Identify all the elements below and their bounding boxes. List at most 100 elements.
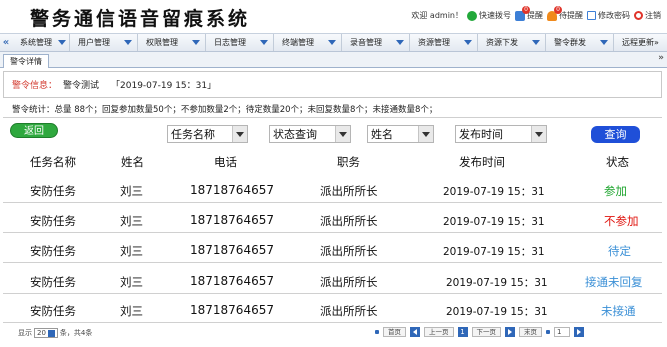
task-name-select[interactable]: 任务名称 (167, 125, 248, 143)
cell-name: 刘三 (120, 275, 143, 289)
prev-arrow-icon[interactable] (410, 327, 420, 337)
cell-status: 不参加 (604, 214, 639, 228)
header-actions: 欢迎 admin！ 快速拨号 0 提醒 0 待提醒 修改密码 注销 (411, 5, 661, 21)
nav-item-broadcast[interactable]: 警令群发 (546, 34, 614, 51)
cell-phone: 18718764657 (190, 303, 274, 317)
prev-page-button[interactable]: 上一页 (424, 327, 454, 337)
table-row: 安防任务 刘三 18718764657 派出所所长 2019-07-19 15：… (3, 176, 662, 203)
cell-role: 派出所所长 (320, 304, 378, 318)
edit-icon (587, 11, 596, 20)
cell-name: 刘三 (120, 214, 143, 228)
divider (3, 117, 662, 118)
todo-badge: 0 (554, 5, 562, 14)
pagination: 首页 上一页 1 下一页 末页 1 (375, 327, 584, 337)
chevron-down-icon (124, 40, 132, 45)
nav-item-resource-dispatch[interactable]: 资源下发 (478, 34, 546, 51)
go-arrow-icon[interactable] (574, 327, 584, 337)
logout-label: 注销 (645, 11, 661, 20)
back-button[interactable]: 返回 (10, 123, 58, 138)
todo-label: 待提醒 (559, 11, 583, 20)
tab-order-detail[interactable]: 警令详情 (3, 54, 49, 68)
app-header: 警务通信语音留痕系统 欢迎 admin！ 快速拨号 0 提醒 0 待提醒 修改密… (0, 0, 667, 33)
query-button[interactable]: 查询 (591, 126, 640, 143)
publish-time-select-value: 发布时间 (459, 128, 503, 141)
nav-label: 警令群发 (554, 38, 586, 47)
cell-role: 派出所所长 (320, 214, 378, 228)
cell-task: 安防任务 (30, 184, 76, 198)
cell-name: 刘三 (120, 244, 143, 258)
column-header-phone: 电话 (214, 155, 237, 169)
nav-label: 系统管理 (20, 38, 52, 47)
cell-role: 派出所所长 (320, 244, 378, 258)
phone-icon (467, 10, 477, 21)
nav-item-system[interactable]: 系统管理 (12, 34, 70, 51)
status-select[interactable]: 状态查询 (269, 125, 351, 143)
app-title: 警务通信语音留痕系统 (30, 8, 251, 30)
last-page-icon (546, 330, 550, 334)
nav-item-remote-update[interactable]: 远程更新» (614, 37, 659, 48)
todo-link[interactable]: 0 待提醒 (547, 5, 583, 21)
table-row: 安防任务 刘三 18718764657 派出所所长 2019-07-19 15：… (3, 267, 662, 294)
column-header-status: 状态 (606, 155, 629, 169)
page-size-select[interactable]: 20 (34, 328, 58, 338)
order-info-label: 警令信息： (12, 81, 58, 91)
chevron-down-icon (464, 40, 472, 45)
cell-status: 参加 (604, 184, 627, 198)
chevron-down-icon (47, 329, 55, 337)
chevron-down-icon (335, 126, 350, 142)
cell-name: 刘三 (120, 184, 143, 198)
chevron-down-icon (260, 40, 268, 45)
collapse-icon[interactable]: » (658, 53, 664, 63)
current-page[interactable]: 1 (457, 327, 468, 337)
cell-phone: 18718764657 (190, 183, 274, 197)
cell-phone: 18718764657 (190, 243, 274, 257)
task-name-select-value: 任务名称 (171, 128, 215, 141)
nav-item-recordings[interactable]: 录音管理 (342, 34, 410, 51)
nav-item-terminals[interactable]: 终端管理 (274, 34, 342, 51)
table-row: 安防任务 刘三 18718764657 派出所所长 2019-07-19 15：… (3, 296, 662, 323)
cell-time: 2019-07-19 15：31 (446, 306, 548, 318)
pager-total-label: 条，共4条 (59, 329, 93, 337)
change-password-link[interactable]: 修改密码 (587, 10, 630, 21)
nav-item-resources[interactable]: 资源管理 (410, 34, 478, 51)
order-info-title: 警令测试 (63, 81, 100, 91)
remind-link[interactable]: 0 提醒 (515, 5, 543, 21)
page-jump-input[interactable]: 1 (554, 327, 570, 337)
next-arrow-icon[interactable] (505, 327, 515, 337)
cell-time: 2019-07-19 15：31 (443, 246, 545, 258)
next-page-button[interactable]: 下一页 (471, 327, 501, 337)
cell-task: 安防任务 (30, 304, 76, 318)
cell-status: 未接通 (601, 304, 636, 318)
main-nav: « 系统管理 用户管理 权限管理 日志管理 终端管理 录音管理 资源管理 资源下… (0, 33, 667, 52)
pager-info: 显示 20 条，共4条 (18, 328, 92, 338)
remind-badge: 0 (522, 5, 530, 14)
chevron-down-icon (600, 40, 608, 45)
nav-item-users[interactable]: 用户管理 (70, 34, 138, 51)
publish-time-select[interactable]: 发布时间 (455, 125, 547, 143)
cell-status: 接通未回复 (585, 275, 643, 289)
first-page-icon (375, 330, 379, 334)
name-select[interactable]: 姓名 (367, 125, 434, 143)
chevron-down-icon (531, 126, 546, 142)
nav-label: 资源管理 (418, 38, 450, 47)
chevron-down-icon (418, 126, 433, 142)
cell-role: 派出所所长 (320, 275, 378, 289)
chevron-down-icon (58, 40, 66, 45)
nav-scroll-left[interactable]: « (0, 37, 12, 48)
table-row: 安防任务 刘三 18718764657 派出所所长 2019-07-19 15：… (3, 236, 662, 263)
cell-name: 刘三 (120, 304, 143, 318)
order-info-time: 「2019-07-19 15：31」 (111, 81, 217, 91)
cell-phone: 18718764657 (190, 274, 274, 288)
status-select-value: 状态查询 (273, 128, 317, 141)
table-header: 任务名称 姓名 电话 职务 发布时间 状态 (3, 152, 662, 172)
page-size-value: 20 (37, 329, 46, 337)
nav-item-logs[interactable]: 日志管理 (206, 34, 274, 51)
first-page-button[interactable]: 首页 (383, 327, 406, 337)
logout-link[interactable]: 注销 (634, 10, 661, 21)
quick-dial-link[interactable]: 快速拨号 (467, 10, 511, 21)
cell-phone: 18718764657 (190, 213, 274, 227)
nav-item-permissions[interactable]: 权限管理 (138, 34, 206, 51)
cell-task: 安防任务 (30, 214, 76, 228)
last-page-button[interactable]: 末页 (519, 327, 542, 337)
order-info-box: 警令信息： 警令测试 「2019-07-19 15：31」 (3, 71, 662, 98)
